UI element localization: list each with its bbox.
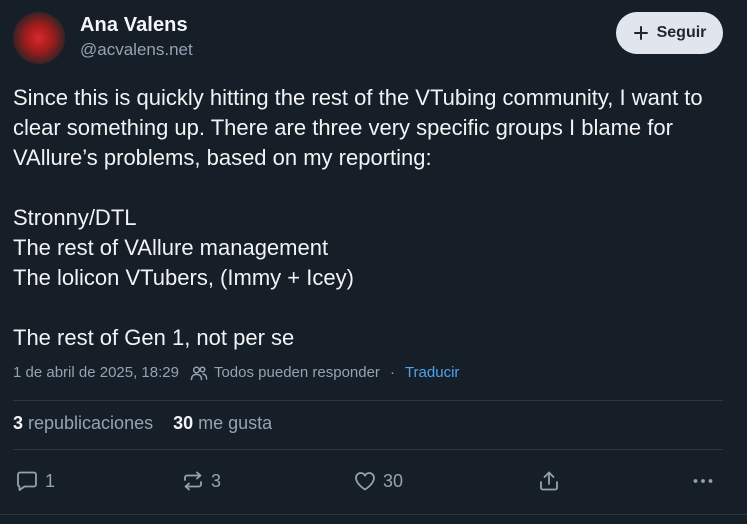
follow-button-label: Seguir xyxy=(656,24,707,41)
post-meta: 1 de abril de 2025, 18:29 Todos pueden r… xyxy=(13,364,459,381)
action-bar: 1 3 30 xyxy=(0,465,747,497)
post-line: The lolicon VTubers, (Immy + Icey) xyxy=(13,265,354,290)
reposts-stat[interactable]: 3 republicaciones xyxy=(13,413,153,434)
divider xyxy=(13,449,723,450)
post-line: Stronny/DTL xyxy=(13,205,137,230)
bottom-divider xyxy=(0,514,747,515)
reposts-label: republicaciones xyxy=(28,413,154,433)
reply-button[interactable]: 1 xyxy=(15,465,55,497)
post-text: Since this is quickly hitting the rest o… xyxy=(13,83,733,353)
post-paragraph: Since this is quickly hitting the rest o… xyxy=(13,85,703,170)
heart-icon xyxy=(355,472,375,491)
engagement-stats: 3 republicaciones 30 me gusta xyxy=(13,413,272,434)
reposts-count: 3 xyxy=(13,413,24,433)
post-timestamp[interactable]: 1 de abril de 2025, 18:29 xyxy=(13,364,179,381)
repost-button[interactable]: 3 xyxy=(181,465,221,497)
author-name[interactable]: Ana Valens xyxy=(80,14,188,37)
reply-setting: Todos pueden responder xyxy=(213,364,380,381)
divider xyxy=(13,400,723,401)
likes-stat[interactable]: 30 me gusta xyxy=(173,413,272,434)
share-icon xyxy=(540,471,558,491)
post-line: The rest of Gen 1, not per se xyxy=(13,325,295,350)
speech-bubble-icon xyxy=(17,471,37,491)
like-button[interactable]: 30 xyxy=(353,465,403,497)
plus-icon xyxy=(633,26,648,40)
repost-count: 3 xyxy=(211,470,222,491)
translate-link[interactable]: Traducir xyxy=(405,364,459,381)
post-card: Ana Valens @acvalens.net Seguir Since th… xyxy=(0,0,747,524)
meta-separator: · xyxy=(389,364,395,381)
likes-count: 30 xyxy=(173,413,194,433)
more-options-button[interactable] xyxy=(691,465,715,497)
author-handle[interactable]: @acvalens.net xyxy=(80,40,193,60)
likes-label: me gusta xyxy=(198,413,273,433)
post-line: The rest of VAllure management xyxy=(13,235,329,260)
like-count: 30 xyxy=(383,470,404,491)
more-dots-icon xyxy=(693,479,713,483)
follow-button[interactable]: Seguir xyxy=(616,12,723,54)
people-icon xyxy=(190,365,208,380)
reply-count: 1 xyxy=(45,470,56,491)
share-button[interactable] xyxy=(537,465,561,497)
repost-arrows-icon xyxy=(184,471,202,491)
avatar[interactable] xyxy=(13,12,65,64)
